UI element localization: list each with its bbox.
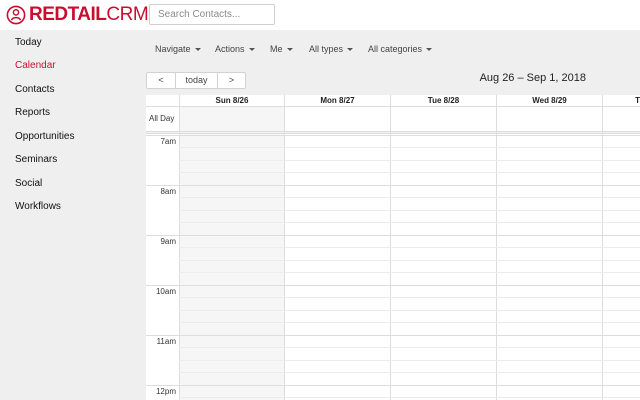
logo-text-bold: REDTAIL [29, 4, 107, 25]
top-bar: REDTAILCRM [0, 0, 640, 30]
slot-line [179, 147, 640, 148]
sidebar-item-contacts[interactable]: Contacts [15, 84, 54, 95]
slot-line [179, 372, 640, 373]
me-menu-label: Me [270, 44, 283, 54]
day-header-wed: Wed 8/29 [496, 95, 602, 106]
actions-menu-label: Actions [215, 44, 245, 54]
hour-line [146, 185, 640, 186]
caret-down-icon [248, 48, 255, 52]
logo-text: REDTAILCRM [29, 4, 149, 25]
slot-line [179, 172, 640, 173]
slot-line [179, 347, 640, 348]
hour-line [146, 335, 640, 336]
all-day-divider [146, 131, 640, 134]
sidebar-item-reports[interactable]: Reports [15, 107, 50, 118]
slot-line [179, 297, 640, 298]
hour-label: 12pm [155, 387, 176, 396]
day-header-sun: Sun 8/26 [179, 95, 284, 106]
slot-line [179, 222, 640, 223]
all-categories-menu-label: All categories [368, 44, 423, 54]
slot-line [179, 360, 640, 361]
day-header-thu: T [602, 95, 640, 106]
search-contacts-input[interactable] [149, 4, 275, 25]
hour-label: 10am [155, 287, 176, 296]
hour-label: 7am [160, 137, 176, 146]
calendar-week-grid: Sun 8/26 Mon 8/27 Tue 8/28 Wed 8/29 T Al… [146, 95, 640, 400]
day-header-tue: Tue 8/28 [390, 95, 496, 106]
slot-line [179, 310, 640, 311]
app-logo[interactable]: REDTAILCRM [6, 4, 149, 26]
caret-down-icon [194, 48, 201, 52]
caret-down-icon [286, 48, 293, 52]
navigate-menu[interactable]: Navigate [155, 44, 201, 54]
slot-line [179, 197, 640, 198]
sunday-column-shade [179, 106, 284, 400]
sidebar-item-opportunities[interactable]: Opportunities [15, 131, 74, 142]
sidebar-item-workflows[interactable]: Workflows [15, 201, 61, 212]
hour-line [146, 135, 640, 136]
logo-text-light: CRM [106, 4, 149, 25]
sidebar-item-social[interactable]: Social [15, 178, 42, 189]
actions-menu[interactable]: Actions [215, 44, 255, 54]
navigate-menu-label: Navigate [155, 44, 191, 54]
slot-line [179, 272, 640, 273]
day-header-mon: Mon 8/27 [284, 95, 390, 106]
main-content: Navigate Actions Me All types All catego… [146, 30, 640, 400]
header-divider [146, 106, 640, 107]
today-button[interactable]: today [175, 73, 217, 88]
sidebar-item-seminars[interactable]: Seminars [15, 154, 57, 165]
hour-label: 11am [156, 337, 176, 346]
hour-line [146, 235, 640, 236]
prev-week-button[interactable]: < [147, 73, 175, 88]
sidebar-item-today[interactable]: Today [15, 37, 42, 48]
slot-line [179, 160, 640, 161]
caret-down-icon [426, 48, 433, 52]
date-nav-group: < today > [146, 72, 246, 89]
hour-line [146, 385, 640, 386]
all-day-label: All Day [149, 114, 175, 123]
slot-line [179, 322, 640, 323]
hour-line [146, 285, 640, 286]
hour-label: 9am [160, 237, 176, 246]
hour-label: 8am [160, 187, 176, 196]
slot-line [179, 247, 640, 248]
slot-line [179, 260, 640, 261]
me-menu[interactable]: Me [270, 44, 293, 54]
caret-down-icon [347, 48, 354, 52]
all-categories-menu[interactable]: All categories [368, 44, 433, 54]
all-types-menu-label: All types [309, 44, 344, 54]
sidebar-item-calendar[interactable]: Calendar [15, 60, 56, 71]
next-week-button[interactable]: > [217, 73, 245, 88]
person-circle-icon [6, 5, 26, 25]
date-range-title: Aug 26 – Sep 1, 2018 [479, 72, 586, 84]
sidebar: Today Calendar Contacts Reports Opportun… [0, 30, 146, 400]
all-types-menu[interactable]: All types [309, 44, 354, 54]
slot-line [179, 397, 640, 398]
slot-line [179, 210, 640, 211]
